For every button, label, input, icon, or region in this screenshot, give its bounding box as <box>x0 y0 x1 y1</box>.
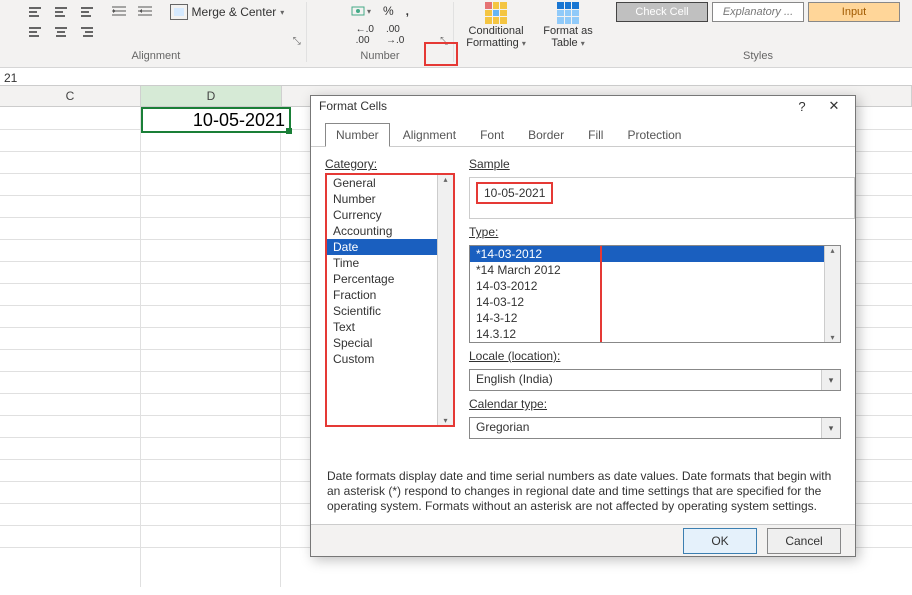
tab-font[interactable]: Font <box>469 123 515 146</box>
dialog-buttons: OK Cancel <box>311 524 855 556</box>
calendar-combobox[interactable]: Gregorian ▾ <box>469 417 841 439</box>
cond-fmt-label: Conditional Formatting <box>466 25 523 49</box>
align-right-button[interactable] <box>76 22 98 42</box>
locale-value: English (India) <box>470 370 821 390</box>
category-item-selected[interactable]: Date <box>327 239 453 255</box>
type-label: Type: <box>469 225 841 239</box>
format-description: Date formats display date and time seria… <box>311 469 855 524</box>
type-item[interactable]: *14 March 2012 <box>470 262 840 278</box>
dialog-tabs: Number Alignment Font Border Fill Protec… <box>311 116 855 147</box>
align-top-button[interactable] <box>24 2 46 22</box>
chevron-down-icon: ▾ <box>280 8 284 17</box>
scrollbar[interactable]: ▴▾ <box>824 246 840 342</box>
calendar-value: Gregorian <box>470 418 821 438</box>
dialog-title: Format Cells <box>319 99 387 113</box>
comma-format-button[interactable]: , <box>403 2 412 20</box>
align-center-button[interactable] <box>50 22 72 42</box>
dialog-titlebar[interactable]: Format Cells ? ✕ <box>311 96 855 116</box>
cell-style-input[interactable]: Input <box>808 2 900 22</box>
type-item[interactable]: 14-03-12 <box>470 294 840 310</box>
cell-style-check[interactable]: Check Cell <box>616 2 708 22</box>
format-as-table-button[interactable]: Format as Table ▾ <box>536 2 600 49</box>
ribbon-group-cond: Conditional Formatting ▾ Format as Table… <box>454 2 610 62</box>
scrollbar[interactable]: ▴▾ <box>437 175 453 425</box>
ribbon-group-alignment: Merge & Center ▾ Alignment ⤡ <box>6 2 307 62</box>
tab-number[interactable]: Number <box>325 123 390 147</box>
cancel-button[interactable]: Cancel <box>767 528 841 554</box>
tab-alignment[interactable]: Alignment <box>392 123 467 146</box>
percent-label: % <box>383 4 394 18</box>
ribbon-group-label: Alignment <box>6 50 306 62</box>
category-item[interactable]: Currency <box>327 207 453 223</box>
category-label: Category: <box>325 157 455 171</box>
fmt-table-label: Format as Table <box>543 25 593 49</box>
tab-border[interactable]: Border <box>517 123 575 146</box>
sample-value: 10-05-2021 <box>476 182 553 204</box>
comma-label: , <box>406 4 409 18</box>
dialog-help-button[interactable]: ? <box>789 96 815 116</box>
column-header-c[interactable]: C <box>0 86 141 106</box>
highlight-box-launcher <box>424 42 458 66</box>
column-header-d[interactable]: D <box>141 86 282 106</box>
category-item[interactable]: Accounting <box>327 223 453 239</box>
tab-fill[interactable]: Fill <box>577 123 614 146</box>
type-item[interactable]: 14.3.12 <box>470 326 840 342</box>
money-icon <box>351 4 365 18</box>
type-item[interactable]: 14-3-12 <box>470 310 840 326</box>
category-item[interactable]: Fraction <box>327 287 453 303</box>
locale-label: Locale (location): <box>469 349 841 363</box>
chevron-down-icon: ▾ <box>821 370 840 390</box>
merge-label: Merge & Center <box>192 5 277 19</box>
accounting-format-button[interactable]: ▾ <box>348 2 374 20</box>
format-cells-dialog: Format Cells ? ✕ Number Alignment Font B… <box>310 95 856 557</box>
category-item[interactable]: Special <box>327 335 453 351</box>
conditional-formatting-icon <box>485 2 507 24</box>
sample-box: 10-05-2021 <box>469 177 855 219</box>
percent-format-button[interactable]: % <box>380 2 397 20</box>
type-item-selected[interactable]: *14-03-2012 <box>470 246 840 262</box>
chevron-down-icon: ▾ <box>821 418 840 438</box>
type-item[interactable]: 2012-03-14 <box>470 342 840 343</box>
decrease-indent-button[interactable] <box>108 2 130 22</box>
table-icon <box>557 2 579 24</box>
sample-label: Sample <box>469 157 841 171</box>
active-cell[interactable]: 10-05-2021 <box>141 107 291 133</box>
align-bottom-button[interactable] <box>76 2 98 22</box>
decrease-decimal-button[interactable]: .00→.0 <box>383 22 407 48</box>
category-item[interactable]: General <box>327 175 453 191</box>
calendar-label: Calendar type: <box>469 397 841 411</box>
locale-combobox[interactable]: English (India) ▾ <box>469 369 841 391</box>
dialog-close-button[interactable]: ✕ <box>821 96 847 116</box>
merge-center-button[interactable]: Merge & Center ▾ <box>166 2 289 22</box>
category-item[interactable]: Custom <box>327 351 453 367</box>
category-item[interactable]: Scientific <box>327 303 453 319</box>
category-item[interactable]: Time <box>327 255 453 271</box>
chevron-down-icon: ▾ <box>367 7 371 16</box>
tab-protection[interactable]: Protection <box>616 123 692 146</box>
ok-button[interactable]: OK <box>683 528 757 554</box>
alignment-dialog-launcher[interactable]: ⤡ <box>290 34 304 48</box>
increase-indent-button[interactable] <box>134 2 156 22</box>
ribbon-group-styles: Check Cell Explanatory ... Input Styles <box>610 2 906 62</box>
category-item[interactable]: Number <box>327 191 453 207</box>
conditional-formatting-button[interactable]: Conditional Formatting ▾ <box>464 2 528 49</box>
category-item[interactable]: Text <box>327 319 453 335</box>
merge-icon <box>170 4 188 20</box>
ribbon-group-label: Styles <box>610 50 906 62</box>
align-middle-button[interactable] <box>50 2 72 22</box>
category-item[interactable]: Percentage <box>327 271 453 287</box>
increase-decimal-button[interactable]: ←.0.00 <box>353 22 377 48</box>
align-left-button[interactable] <box>24 22 46 42</box>
type-item[interactable]: 14-03-2012 <box>470 278 840 294</box>
cell-style-explanatory[interactable]: Explanatory ... <box>712 2 804 22</box>
category-list[interactable]: General Number Currency Accounting Date … <box>325 173 455 427</box>
type-list[interactable]: *14-03-2012 *14 March 2012 14-03-2012 14… <box>469 245 841 343</box>
